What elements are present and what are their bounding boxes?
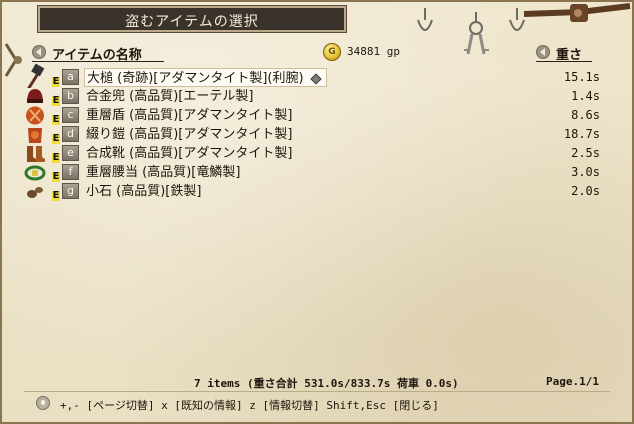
hammer-icon <box>27 63 45 88</box>
gold-coin-icon: G <box>323 43 341 61</box>
belt-icon <box>24 165 46 181</box>
shield-icon <box>26 106 44 125</box>
item-key-g[interactable]: g <box>62 183 79 199</box>
item-weight: 18.7s <box>563 127 600 141</box>
item-key-f[interactable]: f <box>62 164 79 180</box>
window-title-bar: 盗むアイテムの選択 <box>37 5 347 33</box>
window-title: 盗むアイテムの選択 <box>125 14 259 30</box>
item-name: 重層腰当 (高品質)[竜鱗製] <box>86 165 241 180</box>
item-weight: 8.6s <box>571 108 600 122</box>
equipped-badge: E <box>52 76 60 87</box>
sort-arrow-icon <box>32 45 46 59</box>
list-item[interactable]: E d 綴り鎧 (高品質)[アダマンタイト製] 18.7s <box>24 125 604 144</box>
armor-icon <box>28 128 42 143</box>
boots-icon <box>27 146 45 162</box>
item-weight: 3.0s <box>571 165 600 179</box>
weight-column-label: 重さ <box>556 48 583 63</box>
sort-arrow-icon <box>536 45 550 59</box>
item-name-text: 大槌 (奇跡)[アダマンタイト製](利腕) <box>87 71 304 86</box>
item-key-e[interactable]: e <box>62 145 79 161</box>
list-item[interactable]: E e 合成靴 (高品質)[アダマンタイト製] 2.5s <box>24 144 604 163</box>
list-item[interactable]: E c 重層盾 (高品質)[アダマンタイト製] 8.6s <box>24 106 604 125</box>
item-name: 綴り鎧 (高品質)[アダマンタイト製] <box>86 127 293 142</box>
item-key-b[interactable]: b <box>62 88 79 104</box>
item-weight: 1.4s <box>571 89 600 103</box>
list-item[interactable]: E g 小石 (高品質)[鉄製] 2.0s <box>24 182 604 201</box>
equipped-badge: E <box>52 95 60 106</box>
item-name: 小石 (高品質)[鉄製] <box>86 184 202 199</box>
weight-column-header[interactable]: 重さ <box>536 44 592 63</box>
list-item[interactable]: E a 大槌 (奇跡)[アダマンタイト製](利腕) 15.1s <box>24 63 604 88</box>
page-indicator: Page.1/1 <box>546 375 599 388</box>
item-name: 大槌 (奇跡)[アダマンタイト製](利腕) <box>84 68 327 87</box>
equipped-badge: E <box>52 152 60 163</box>
keys-icon <box>464 12 489 55</box>
list-item[interactable]: E f 重層腰当 (高品質)[竜鱗製] 3.0s <box>24 163 604 182</box>
stone-icon <box>27 187 43 198</box>
hint-bulb-icon <box>36 396 50 410</box>
equipped-badge: E <box>52 114 60 125</box>
item-key-a[interactable]: a <box>62 69 79 85</box>
item-key-d[interactable]: d <box>62 126 79 142</box>
lantern-hook-icon <box>417 8 433 31</box>
sword-icon <box>523 3 631 22</box>
item-name: 合成靴 (高品質)[アダマンタイト製] <box>86 146 293 161</box>
weight-summary: 7 items (重さ合計 531.0s/833.7s 荷車 0.0s) <box>194 377 459 390</box>
equipped-badge: E <box>52 133 60 144</box>
gold-amount: 34881 gp <box>347 45 400 58</box>
item-weight: 2.0s <box>571 184 600 198</box>
key-help-text: +,- [ページ切替] x [既知の情報] z [情報切替] Shift,Esc… <box>60 399 439 412</box>
selection-gem-icon <box>309 72 322 85</box>
item-name: 合金兜 (高品質)[エーテル製] <box>86 89 254 104</box>
helmet-icon <box>27 89 43 103</box>
item-weight: 15.1s <box>563 70 600 84</box>
name-column-header[interactable]: アイテムの名称 <box>32 44 164 63</box>
item-key-c[interactable]: c <box>62 107 79 123</box>
item-name: 重層盾 (高品質)[アダマンタイト製] <box>86 108 293 123</box>
inventory-window <box>0 0 634 424</box>
ornament-icon <box>4 43 22 77</box>
list-item[interactable]: E b 合金兜 (高品質)[エーテル製] 1.4s <box>24 87 604 106</box>
item-weight: 2.5s <box>571 146 600 160</box>
footer-divider <box>24 391 610 392</box>
equipped-badge: E <box>52 171 60 182</box>
equipped-badge: E <box>52 190 60 201</box>
name-column-label: アイテムの名称 <box>52 48 142 63</box>
